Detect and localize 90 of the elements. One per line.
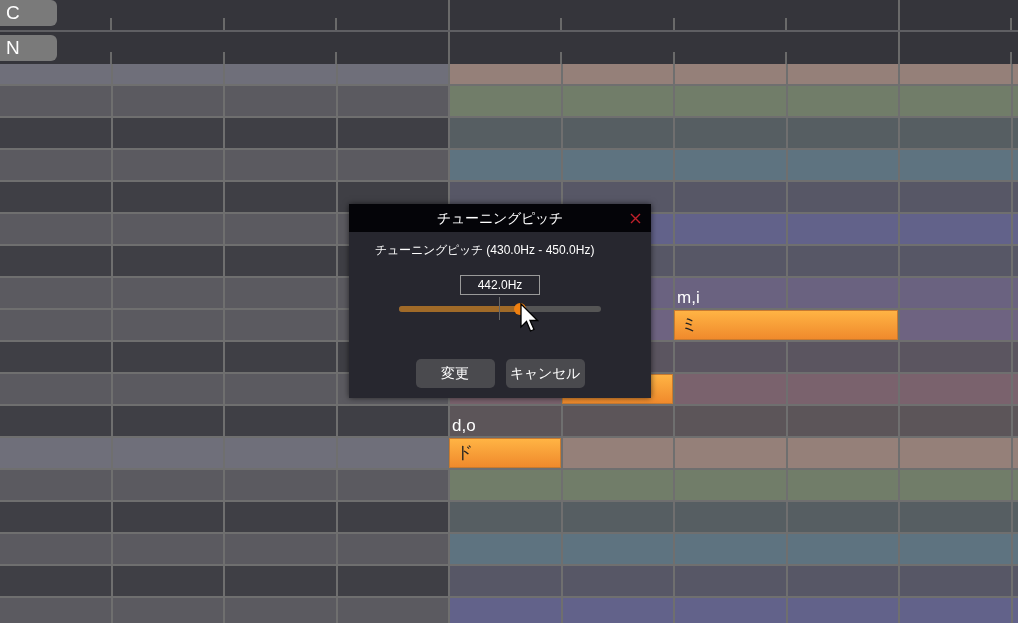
grid-cell[interactable]	[787, 246, 898, 276]
grid-cell[interactable]	[225, 342, 336, 372]
grid-cell[interactable]	[787, 182, 898, 212]
grid-cell[interactable]	[900, 598, 1011, 623]
apply-button[interactable]: 変更	[415, 359, 495, 388]
grid-cell[interactable]	[450, 566, 561, 596]
grid-cell[interactable]	[112, 342, 223, 372]
grid-cell[interactable]	[562, 598, 673, 623]
grid-cell[interactable]	[562, 118, 673, 148]
close-icon[interactable]	[630, 213, 641, 224]
grid-cell[interactable]	[0, 502, 111, 532]
pitch-value-field[interactable]: 442.0Hz	[460, 275, 540, 295]
grid-cell[interactable]	[675, 566, 786, 596]
grid-cell[interactable]	[675, 214, 786, 244]
grid-cell[interactable]	[337, 118, 448, 148]
grid-cell[interactable]	[675, 598, 786, 623]
grid-cell[interactable]	[900, 502, 1011, 532]
grid-cell[interactable]	[337, 566, 448, 596]
grid-cell[interactable]	[450, 598, 561, 623]
grid-cell[interactable]	[225, 406, 336, 436]
grid-cell[interactable]	[675, 502, 786, 532]
grid-cell[interactable]	[900, 118, 1011, 148]
grid-cell[interactable]	[787, 118, 898, 148]
grid-cell[interactable]	[112, 502, 223, 532]
grid-cell[interactable]	[900, 246, 1011, 276]
grid-cell[interactable]	[675, 182, 786, 212]
grid-cell[interactable]	[112, 246, 223, 276]
grid-cell[interactable]	[112, 118, 223, 148]
center-tick-mark	[499, 297, 500, 320]
grid-cell[interactable]	[675, 64, 786, 84]
grid-cell[interactable]	[900, 182, 1011, 212]
grid-cell[interactable]	[900, 64, 1011, 84]
grid-cell[interactable]	[0, 566, 111, 596]
note-romaji-label: d,o	[451, 415, 476, 437]
grid-cell[interactable]	[562, 438, 673, 468]
grid-cell[interactable]	[787, 64, 898, 84]
grid-cell[interactable]	[900, 214, 1011, 244]
grid-cell[interactable]	[337, 438, 448, 468]
grid-cell[interactable]	[112, 406, 223, 436]
grid-cell[interactable]	[112, 182, 223, 212]
grid-cell[interactable]	[675, 118, 786, 148]
grid-cell[interactable]	[225, 566, 336, 596]
grid-cell[interactable]	[337, 406, 448, 436]
grid-cell[interactable]	[562, 64, 673, 84]
grid-cell[interactable]	[787, 502, 898, 532]
grid-cell[interactable]	[900, 566, 1011, 596]
grid-cell[interactable]	[0, 246, 111, 276]
grid-cell[interactable]	[0, 118, 111, 148]
note-block[interactable]: ド	[449, 438, 561, 468]
grid-cell[interactable]	[0, 182, 111, 212]
grid-cell[interactable]	[675, 438, 786, 468]
track-button[interactable]: N	[0, 35, 57, 61]
grid-cell[interactable]	[900, 342, 1011, 372]
grid-cell[interactable]	[225, 64, 336, 84]
grid-cell[interactable]	[787, 406, 898, 436]
grid-cell[interactable]	[225, 502, 336, 532]
grid-cell[interactable]	[787, 598, 898, 623]
grid-cell[interactable]	[675, 406, 786, 436]
grid-cell[interactable]	[450, 406, 561, 436]
grid-cell[interactable]	[675, 342, 786, 372]
grid-cell[interactable]	[225, 246, 336, 276]
note-block[interactable]: ミ	[674, 310, 898, 340]
grid-cell[interactable]	[112, 566, 223, 596]
dialog-title: チューニングピッチ	[349, 204, 651, 232]
grid-cell[interactable]	[112, 64, 223, 84]
grid-cell[interactable]	[787, 438, 898, 468]
grid-cell[interactable]	[562, 566, 673, 596]
grid-cell[interactable]	[562, 406, 673, 436]
track-button[interactable]: C	[0, 0, 57, 26]
range-label: チューニングピッチ (430.0Hz - 450.0Hz)	[375, 242, 596, 259]
grid-cell[interactable]	[787, 342, 898, 372]
note-romaji-label: m,i	[676, 287, 700, 309]
grid-cell[interactable]	[562, 502, 673, 532]
grid-cell[interactable]	[450, 118, 561, 148]
grid-cell[interactable]	[225, 182, 336, 212]
grid-cell[interactable]	[0, 342, 111, 372]
cancel-button[interactable]: キャンセル	[505, 359, 585, 388]
grid-cell[interactable]	[787, 566, 898, 596]
grid-cell[interactable]	[0, 406, 111, 436]
grid-cell[interactable]	[450, 64, 561, 84]
grid-cell[interactable]	[225, 118, 336, 148]
grid-cell[interactable]	[337, 64, 448, 84]
slider-track[interactable]	[399, 306, 601, 312]
grid-cell[interactable]	[787, 214, 898, 244]
grid-cell[interactable]	[450, 502, 561, 532]
grid-cell[interactable]	[337, 502, 448, 532]
grid-cell[interactable]	[900, 438, 1011, 468]
grid-cell[interactable]	[900, 406, 1011, 436]
grid-cell[interactable]	[0, 64, 111, 84]
grid-cell[interactable]	[675, 246, 786, 276]
